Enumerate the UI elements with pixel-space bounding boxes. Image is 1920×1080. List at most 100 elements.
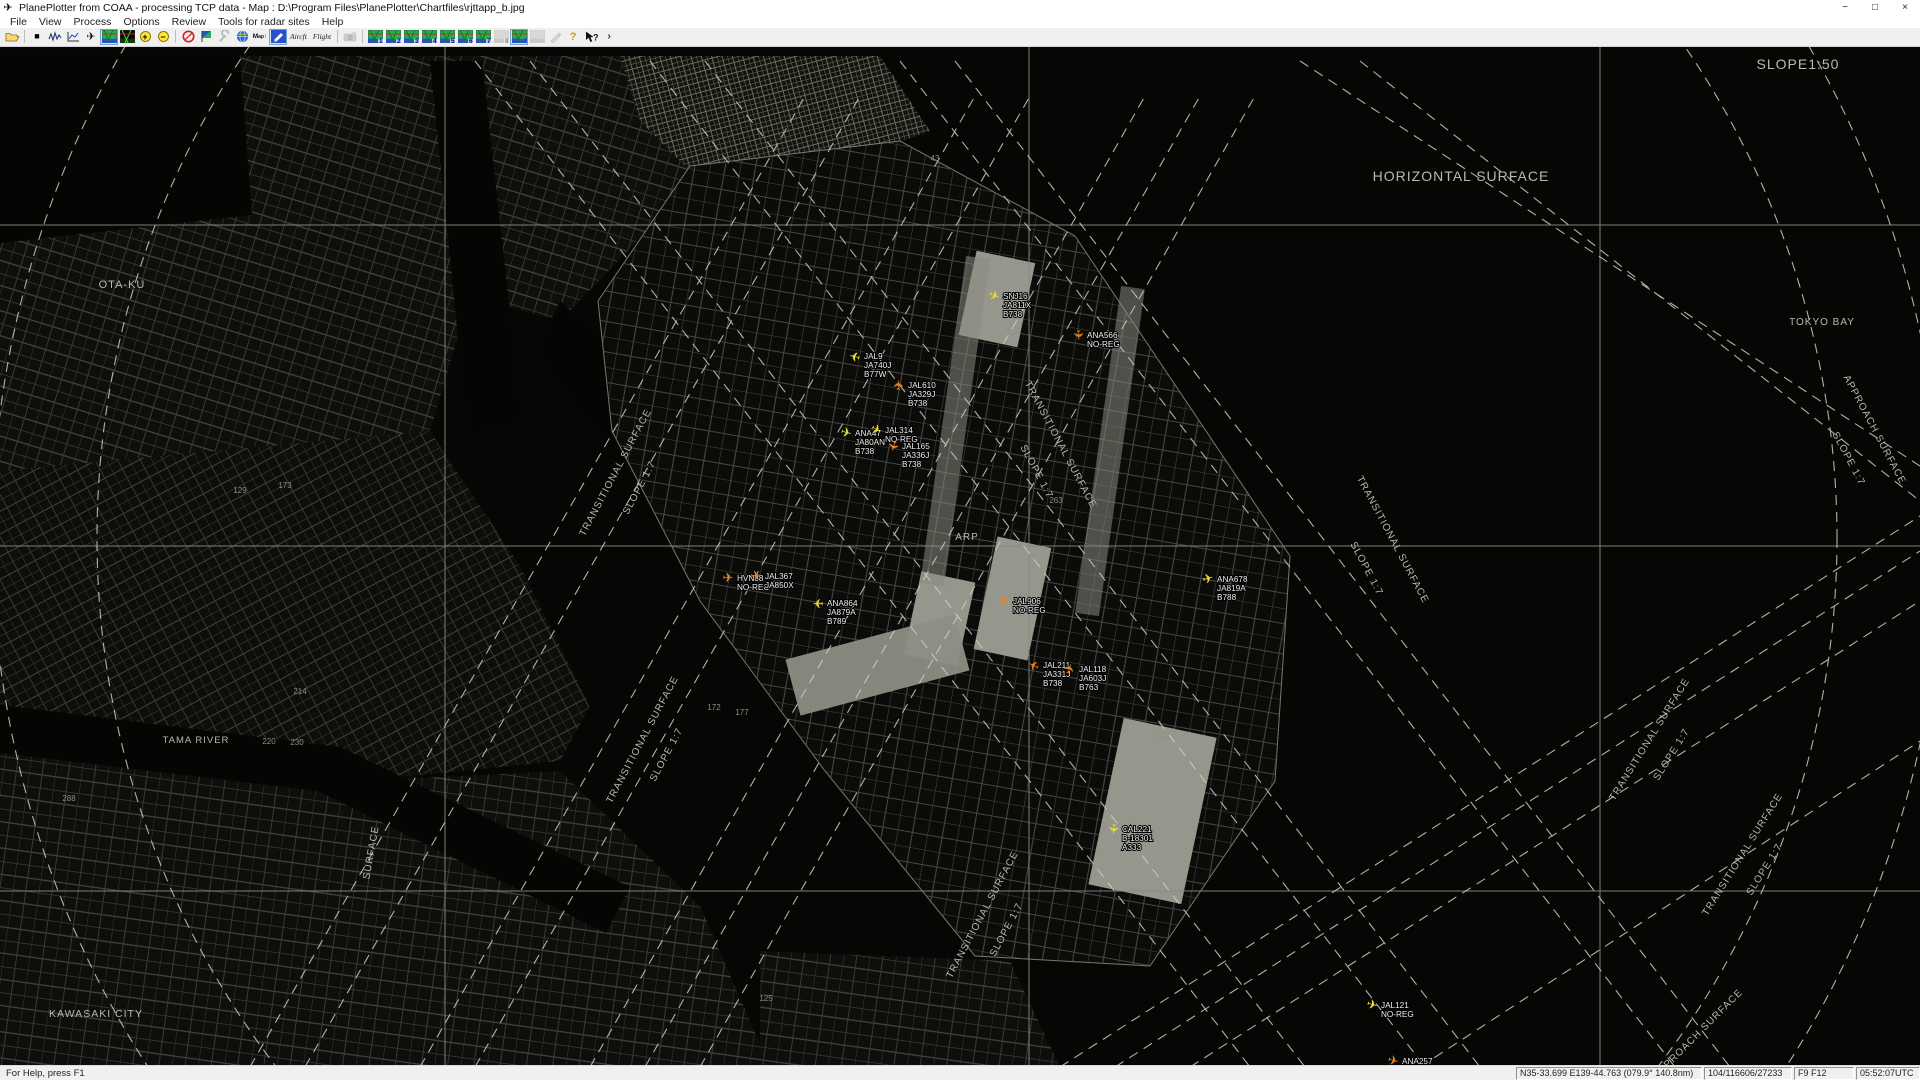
toolbar-map-north-up[interactable]: Map↑: [251, 29, 269, 45]
aircraft-label-line: ANA864: [827, 599, 858, 608]
aircraft-label-line: JA329J: [908, 390, 935, 399]
status-cursor-position: N35-33.699 E139-44.763 (079.9° 140.8nm): [1516, 1067, 1702, 1080]
toolbar-capture[interactable]: [341, 29, 359, 45]
menu-item-review[interactable]: Review: [166, 16, 212, 28]
map-label: TAMA RIVER: [163, 735, 230, 746]
window-controls: − □ ×: [1830, 0, 1920, 16]
aircraft-label-line: NO-REG: [1013, 606, 1046, 615]
aircraft-label-line: NO-REG: [1087, 340, 1120, 349]
status-utc-time: 05:52:07UTC: [1856, 1067, 1920, 1080]
toolbar-world-view[interactable]: [233, 29, 251, 45]
aircraft-label-line: B738: [1003, 310, 1023, 319]
toolbar-chart-preset-3[interactable]: 3: [402, 29, 420, 45]
toolbar-stop-processing[interactable]: ■: [28, 29, 46, 45]
aircraft-label-line: JAL367: [765, 572, 793, 581]
toolbar-chart-preset-4[interactable]: 4: [420, 29, 438, 45]
menu-item-process[interactable]: Process: [68, 16, 118, 28]
map-label: HORIZONTAL SURFACE: [1373, 168, 1550, 184]
aircraft-label-line: JAL118: [1079, 665, 1107, 674]
aircraft-label-line: B738: [855, 447, 875, 456]
toolbar-flight-list[interactable]: Flight: [310, 29, 334, 45]
menu-item-file[interactable]: File: [4, 16, 33, 28]
toolbar-open-file[interactable]: [3, 29, 21, 45]
aircraft-symbol-icon: ✈: [1105, 823, 1121, 835]
close-button[interactable]: ×: [1890, 0, 1920, 16]
spot-height: 263: [1049, 496, 1063, 505]
app-icon: ✈: [0, 1, 16, 14]
toolbar-chart-preset-8[interactable]: 8: [492, 29, 510, 45]
aircraft-label-line: JAL906: [1013, 597, 1041, 606]
aircraft-symbol-icon: ✈: [812, 595, 823, 610]
aircraft-label-line: JA336J: [902, 451, 929, 460]
toolbar-aircraft-view[interactable]: ✈: [82, 29, 100, 45]
aircraft-label-line: B789: [827, 617, 847, 626]
titlebar: ✈ PlanePlotter from COAA - processing TC…: [0, 0, 1920, 16]
spot-height: 173: [278, 481, 292, 490]
map-label: SLOPE1:50: [1757, 56, 1840, 72]
aircraft-label-line: JAL165: [902, 442, 930, 451]
status-function-keys: F9 F12: [1794, 1067, 1854, 1080]
toolbar-ignore-traffic[interactable]: [179, 29, 197, 45]
toolbar-chart-preset-2[interactable]: 2: [384, 29, 402, 45]
toolbar-chart-current[interactable]: [510, 29, 528, 45]
toolbar-help[interactable]: ?: [564, 29, 582, 45]
toolbar-message-view[interactable]: [64, 29, 82, 45]
spot-height: 288: [62, 794, 76, 803]
aircraft-label-line: B738: [908, 399, 928, 408]
toolbar-chart-preset-7[interactable]: 7: [474, 29, 492, 45]
toolbar-edit-mode[interactable]: [269, 29, 287, 45]
aircraft-label-line: B738: [902, 460, 922, 469]
spot-height: 172: [707, 703, 721, 712]
aircraft-label-line: JAL121: [1381, 1001, 1409, 1010]
menu-item-options[interactable]: Options: [117, 16, 165, 28]
menu-item-help[interactable]: Help: [316, 16, 350, 28]
toolbar-share-flags[interactable]: [197, 29, 215, 45]
map-label: TOKYO BAY: [1789, 317, 1855, 328]
aircraft-label-line: JA80AN: [855, 438, 885, 447]
aircraft-label-line: JA879A: [827, 608, 856, 617]
minimize-button[interactable]: −: [1830, 0, 1860, 16]
toolbar-chart-night-mode[interactable]: [118, 29, 136, 45]
spot-height: 129: [233, 486, 247, 495]
toolbar-chart-preset-1[interactable]: 1: [366, 29, 384, 45]
menubar: FileViewProcessOptionsReviewTools for ra…: [0, 16, 1920, 28]
toolbar-tools[interactable]: [215, 29, 233, 45]
status-message-counters: 104/116606/27233: [1704, 1067, 1792, 1080]
aircraft-label-line: JAL9: [864, 352, 883, 361]
aircraft-label-line: NO-REG: [1381, 1010, 1414, 1019]
toolbar-aircraft-list[interactable]: Aircft: [287, 29, 310, 45]
toolbar-separator: [175, 30, 176, 43]
status-help-text: For Help, press F1: [0, 1068, 1516, 1079]
toolbar-context-help[interactable]: ?: [582, 29, 600, 45]
toolbar-chart-preset-6[interactable]: 6: [456, 29, 474, 45]
menu-item-view[interactable]: View: [33, 16, 68, 28]
aircraft-label-line: B77W: [864, 370, 887, 379]
aircraft-label-line: A333: [1122, 843, 1142, 852]
statusbar: For Help, press F1 N35-33.699 E139-44.76…: [0, 1065, 1920, 1080]
aircraft-label-line: JA850X: [765, 581, 794, 590]
svg-text:?: ?: [593, 32, 598, 42]
toolbar-chart-mode[interactable]: [100, 29, 118, 45]
map-area[interactable]: SLOPE1:50HORIZONTAL SURFACETOKYO BAYOTA-…: [0, 47, 1920, 1065]
aircraft-label-line: JAL314: [885, 426, 913, 435]
toolbar-chart-preset-5[interactable]: 5: [438, 29, 456, 45]
maximize-button[interactable]: □: [1860, 0, 1890, 16]
aircraft-label-line: B788: [1217, 593, 1237, 602]
planeplotter-window: ✈ PlanePlotter from COAA - processing TC…: [0, 0, 1920, 1080]
aircraft-label-line: JA740J: [864, 361, 891, 370]
menu-item-tools-for-radar-sites[interactable]: Tools for radar sites: [212, 16, 316, 28]
map-label: ARP: [955, 532, 979, 543]
aircraft-symbol-icon: ✈: [999, 594, 1010, 609]
toolbar-signal-monitor[interactable]: [46, 29, 64, 45]
spot-height: 220: [262, 737, 276, 746]
toolbar-chart-empty[interactable]: [528, 29, 546, 45]
aircraft-label-line: ANA566: [1087, 331, 1118, 340]
aircraft-symbol-icon: ✈: [1070, 329, 1085, 340]
toolbar-more-tools[interactable]: ›: [600, 29, 618, 45]
aircraft-label-line: B-18301: [1122, 834, 1153, 843]
aircraft-label-line: JA603J: [1079, 674, 1106, 683]
toolbar-separator: [24, 30, 25, 43]
toolbar-zoom-out[interactable]: −: [154, 29, 172, 45]
toolbar-draw-outline[interactable]: [546, 29, 564, 45]
toolbar-zoom-in[interactable]: +: [136, 29, 154, 45]
